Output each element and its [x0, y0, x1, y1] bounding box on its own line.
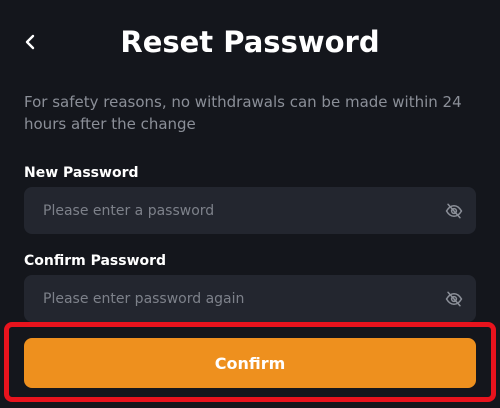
new-password-input[interactable] — [24, 187, 432, 234]
confirm-button[interactable]: Confirm — [24, 338, 476, 388]
eye-off-icon — [445, 203, 463, 218]
new-password-visibility-toggle[interactable] — [432, 187, 476, 234]
safety-notice: For safety reasons, no withdrawals can b… — [24, 93, 462, 133]
page-title: Reset Password — [120, 25, 380, 59]
confirm-password-field — [24, 275, 476, 322]
new-password-label: New Password — [24, 165, 139, 181]
confirm-password-label: Confirm Password — [24, 253, 167, 269]
confirm-password-visibility-toggle[interactable] — [432, 275, 476, 322]
new-password-field — [24, 187, 476, 234]
eye-off-icon — [445, 291, 463, 306]
confirm-password-input[interactable] — [24, 275, 432, 322]
